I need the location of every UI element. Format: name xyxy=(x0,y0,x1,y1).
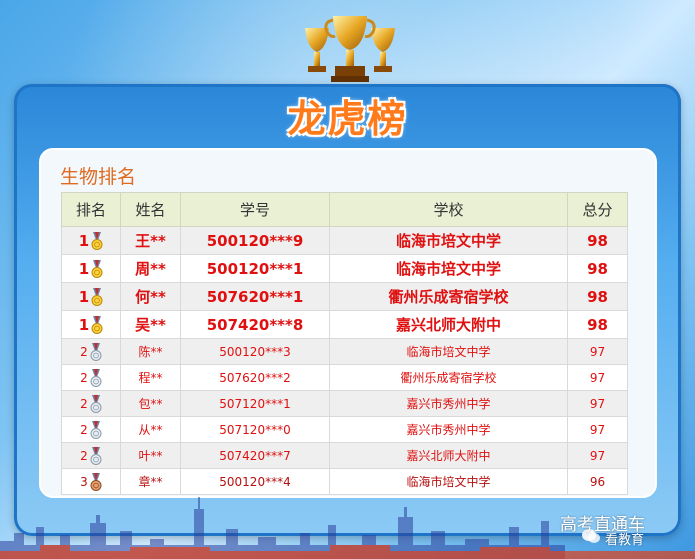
total-score: 97 xyxy=(567,416,628,443)
student-name: 程** xyxy=(120,364,181,391)
school-name: 嘉兴北师大附中 xyxy=(329,310,568,339)
gold-medal-icon xyxy=(91,259,103,278)
column-header-school: 学校 xyxy=(329,192,568,227)
student-name: 吴** xyxy=(120,310,181,339)
school-name: 衢州乐成寄宿学校 xyxy=(329,282,568,311)
rank-number: 1 xyxy=(78,231,90,250)
total-score: 97 xyxy=(567,338,628,365)
school-name: 临海市培文中学 xyxy=(329,226,568,255)
silver-medal-icon xyxy=(90,394,102,413)
rank-number: 2 xyxy=(80,448,88,463)
rank-number: 2 xyxy=(80,344,88,359)
student-id: 507420***8 xyxy=(180,310,330,339)
gold-medal-icon xyxy=(91,315,103,334)
rank-cell: 1 xyxy=(61,282,121,311)
student-name: 王** xyxy=(120,226,181,255)
table-body: 1 王** 500120***9 临海市培文中学 98 1 周** 500120***1 临海市… xyxy=(61,226,628,495)
school-name: 临海市培文中学 xyxy=(329,338,568,365)
rank-cell: 2 xyxy=(61,390,121,417)
table-row: 3 章** 500120***4 临海市培文中学 96 xyxy=(61,468,628,495)
table-row: 2 从** 507120***0 嘉兴市秀州中学 97 xyxy=(61,416,628,443)
table-row: 1 周** 500120***1 临海市培文中学 98 xyxy=(61,254,628,283)
school-name: 嘉兴北师大附中 xyxy=(329,442,568,469)
table-row: 2 陈** 500120***3 临海市培文中学 97 xyxy=(61,338,628,365)
total-score: 98 xyxy=(567,310,628,339)
school-name: 衢州乐成寄宿学校 xyxy=(329,364,568,391)
column-header-score: 总分 xyxy=(567,192,628,227)
column-header-rank: 排名 xyxy=(61,192,121,227)
student-name: 周** xyxy=(120,254,181,283)
column-header-id: 学号 xyxy=(180,192,330,227)
rank-number: 2 xyxy=(80,370,88,385)
school-name: 嘉兴市秀州中学 xyxy=(329,390,568,417)
trophy-icon xyxy=(305,16,395,82)
rank-cell: 3 xyxy=(61,468,121,495)
rank-cell: 2 xyxy=(61,416,121,443)
rank-cell: 1 xyxy=(61,254,121,283)
gold-medal-icon xyxy=(91,231,103,250)
student-id: 500120***4 xyxy=(180,468,330,495)
rank-cell: 2 xyxy=(61,364,121,391)
rank-number: 1 xyxy=(78,315,90,334)
student-id: 507420***7 xyxy=(180,442,330,469)
total-score: 98 xyxy=(567,226,628,255)
student-name: 章** xyxy=(120,468,181,495)
student-name: 包** xyxy=(120,390,181,417)
table-row: 2 包** 507120***1 嘉兴市秀州中学 97 xyxy=(61,390,628,417)
silver-medal-icon xyxy=(90,342,102,361)
total-score: 98 xyxy=(567,282,628,311)
section-title: 生物排名 xyxy=(60,166,137,188)
student-name: 何** xyxy=(120,282,181,311)
student-name: 陈** xyxy=(120,338,181,365)
student-id: 500120***1 xyxy=(180,254,330,283)
total-score: 98 xyxy=(567,254,628,283)
rank-number: 3 xyxy=(80,474,88,489)
silver-medal-icon xyxy=(90,420,102,439)
total-score: 97 xyxy=(567,442,628,469)
table-row: 2 叶** 507420***7 嘉兴北师大附中 97 xyxy=(61,442,628,469)
rank-cell: 2 xyxy=(61,338,121,365)
bronze-medal-icon xyxy=(90,472,102,491)
table-row: 1 何** 507620***1 衢州乐成寄宿学校 98 xyxy=(61,282,628,311)
rank-number: 1 xyxy=(78,259,90,278)
rank-number: 2 xyxy=(80,396,88,411)
student-name: 从** xyxy=(120,416,181,443)
school-name: 嘉兴市秀州中学 xyxy=(329,416,568,443)
student-id: 507620***2 xyxy=(180,364,330,391)
student-id: 500120***9 xyxy=(180,226,330,255)
student-id: 507120***1 xyxy=(180,390,330,417)
rank-cell: 1 xyxy=(61,310,121,339)
school-name: 临海市培文中学 xyxy=(329,254,568,283)
student-id: 507120***0 xyxy=(180,416,330,443)
rank-number: 1 xyxy=(78,287,90,306)
table-row: 1 吴** 507420***8 嘉兴北师大附中 98 xyxy=(61,310,628,339)
total-score: 97 xyxy=(567,390,628,417)
student-name: 叶** xyxy=(120,442,181,469)
table-header-row: 排名 姓名 学号 学校 总分 xyxy=(61,192,628,227)
rank-number: 2 xyxy=(80,422,88,437)
total-score: 97 xyxy=(567,364,628,391)
banner-title: 龙虎榜 xyxy=(287,97,408,141)
total-score: 96 xyxy=(567,468,628,495)
student-id: 507620***1 xyxy=(180,282,330,311)
rank-cell: 1 xyxy=(61,226,121,255)
table-row: 1 王** 500120***9 临海市培文中学 98 xyxy=(61,226,628,255)
student-id: 500120***3 xyxy=(180,338,330,365)
silver-medal-icon xyxy=(90,368,102,387)
watermark-subtitle: 看教育 xyxy=(605,533,645,548)
ranking-table: 排名 姓名 学号 学校 总分 1 王** 500120***9 临海市培文中学 98 1 周… xyxy=(61,192,628,495)
rank-cell: 2 xyxy=(61,442,121,469)
school-name: 临海市培文中学 xyxy=(329,468,568,495)
silver-medal-icon xyxy=(90,446,102,465)
gold-medal-icon xyxy=(91,287,103,306)
table-row: 2 程** 507620***2 衢州乐成寄宿学校 97 xyxy=(61,364,628,391)
column-header-name: 姓名 xyxy=(120,192,181,227)
